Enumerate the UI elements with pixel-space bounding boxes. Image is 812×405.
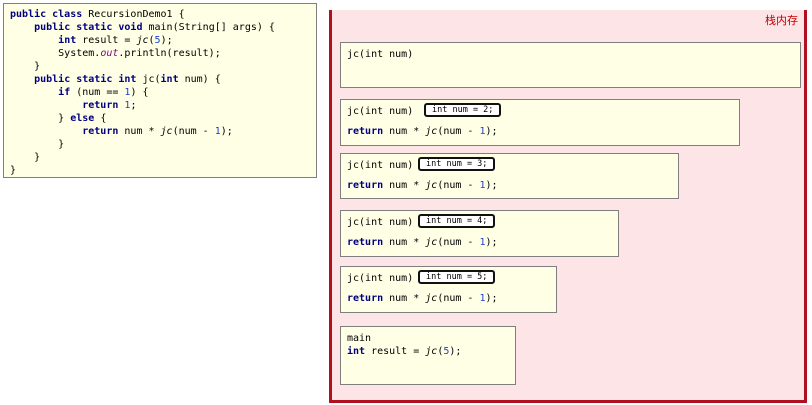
- code-line: System.out.println(result);: [10, 48, 221, 59]
- stack-memory-area: 栈内存 jc(int num) jc(int num) int num = 2;…: [329, 10, 807, 403]
- local-variable-tag: int num = 5;: [418, 270, 496, 284]
- code-line: return 1;: [82, 100, 137, 111]
- return-statement: return num * jc(num - 1);: [347, 293, 498, 304]
- stack-memory-label: 栈内存: [765, 14, 798, 27]
- code-line: public static void main(String[] args) {: [34, 22, 275, 33]
- code-line: public static int jc(int num) {: [34, 74, 221, 85]
- stack-frame-jc-3: jc(int num) int num = 3; return num * jc…: [340, 153, 679, 199]
- frame-header: jc(int num): [347, 49, 414, 60]
- frame-header: jc(int num): [347, 106, 414, 117]
- stack-frame-jc-4: jc(int num) int num = 4; return num * jc…: [340, 210, 619, 257]
- return-statement: return num * jc(num - 1);: [347, 237, 498, 248]
- stack-frame-jc-2: jc(int num) int num = 2; return num * jc…: [340, 99, 740, 146]
- frame-header: main: [347, 333, 372, 344]
- local-variable-tag: int num = 3;: [418, 157, 496, 171]
- code-line: public class RecursionDemo1 {: [10, 9, 185, 20]
- code-line: }: [10, 139, 65, 150]
- local-variable-tag: int num = 4;: [418, 214, 496, 228]
- code-line: }: [10, 165, 17, 176]
- stack-frame-jc-5: jc(int num) int num = 5; return num * jc…: [340, 266, 557, 313]
- frame-header: jc(int num): [347, 273, 414, 284]
- code-line: }: [10, 152, 41, 163]
- code-line: if (num == 1) {: [58, 87, 149, 98]
- return-statement: return num * jc(num - 1);: [347, 126, 498, 137]
- stack-frame-jc-1: jc(int num): [340, 42, 801, 88]
- local-variable-tag: int num = 2;: [424, 103, 502, 117]
- return-statement: return num * jc(num - 1);: [347, 180, 498, 191]
- frame-header: jc(int num): [347, 160, 414, 171]
- code-line: }: [10, 61, 41, 72]
- code-line: int result = jc(5);: [58, 35, 173, 46]
- frame-header: jc(int num): [347, 217, 414, 228]
- code-line: return num * jc(num - 1);: [82, 126, 233, 137]
- main-statement: int result = jc(5);: [347, 346, 462, 357]
- code-panel: public class RecursionDemo1 { public sta…: [3, 3, 317, 178]
- stack-frame-main: main int result = jc(5);: [340, 326, 516, 385]
- code-line: } else {: [10, 113, 107, 124]
